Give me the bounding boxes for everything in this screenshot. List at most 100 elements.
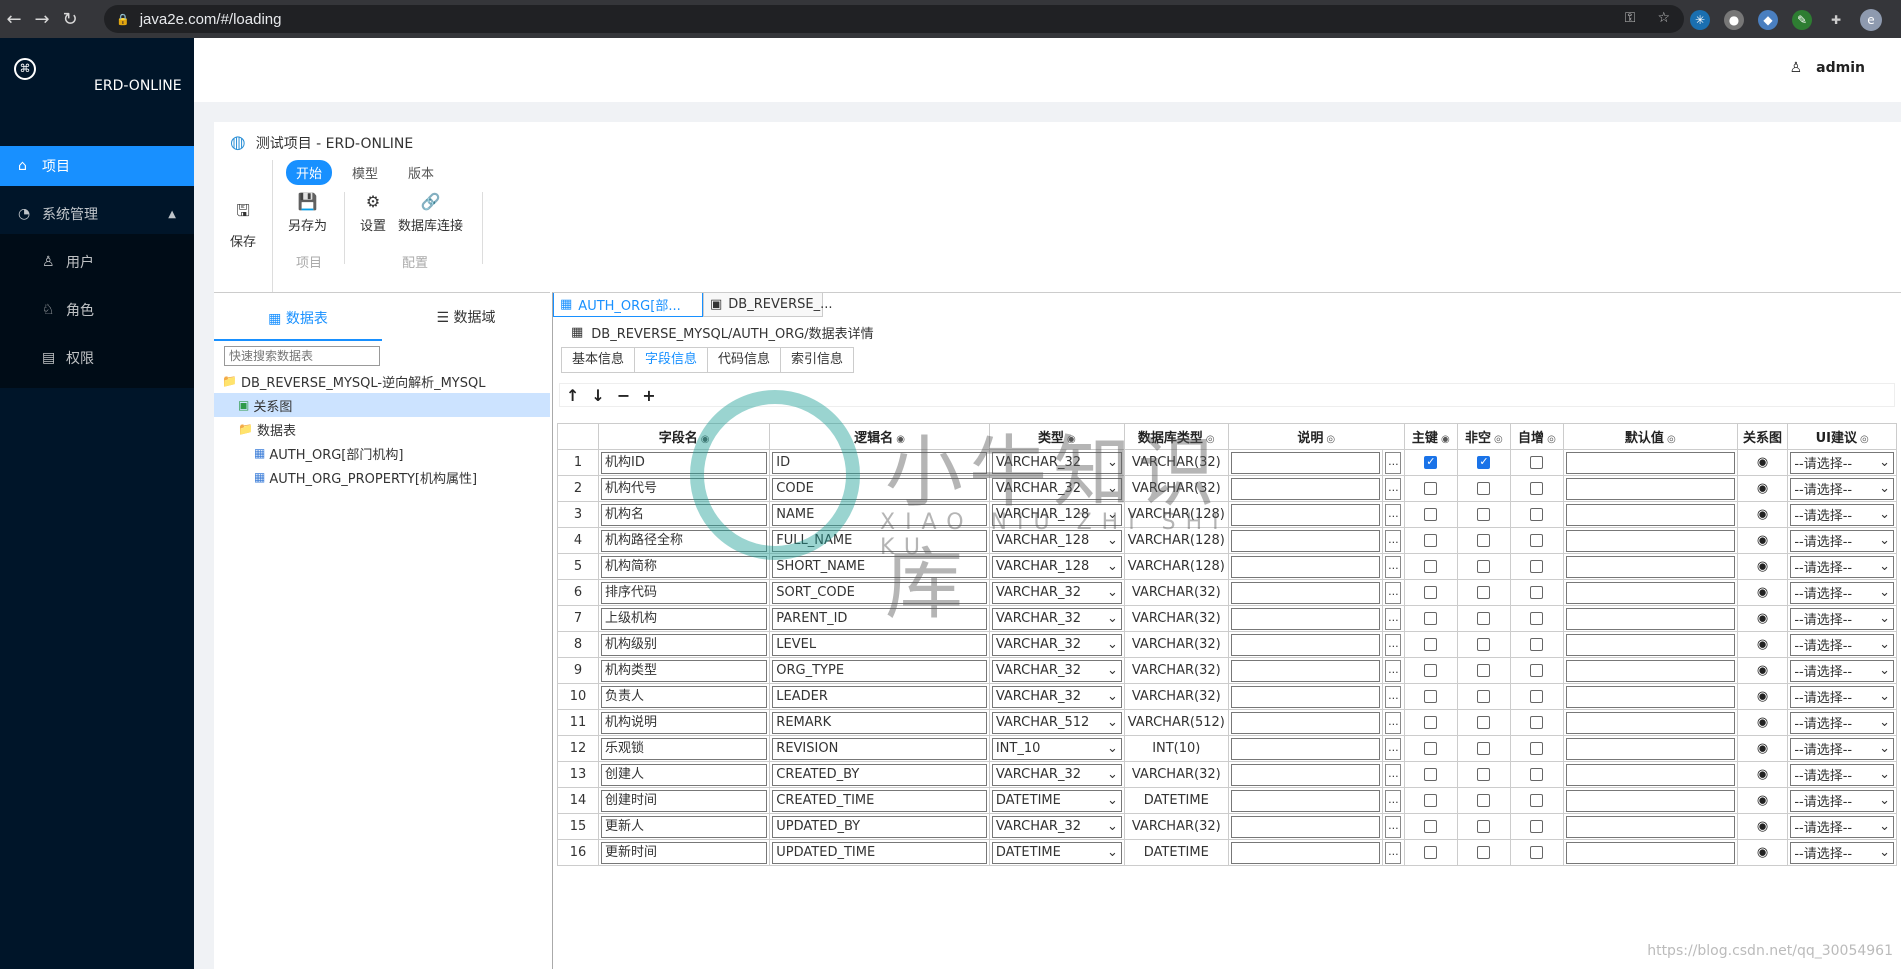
ui-select[interactable]: --请选择-- ⌄ (1790, 685, 1894, 708)
nn-checkbox[interactable] (1477, 664, 1491, 677)
tab-code-info[interactable]: 代码信息 (707, 347, 782, 373)
eye-icon[interactable]: ◉ (1757, 507, 1768, 522)
tree-node[interactable]: ▦ AUTH_ORG[部门机构] (214, 441, 550, 465)
ui-select[interactable]: --请选择-- ⌄ (1790, 763, 1894, 786)
default-value-input[interactable] (1565, 451, 1735, 474)
more-button[interactable]: ... (1385, 659, 1402, 682)
tab-version[interactable]: 版本 (398, 160, 444, 185)
star-icon[interactable]: ☆ (1657, 10, 1670, 26)
pk-checkbox[interactable] (1424, 820, 1438, 833)
sidebar-item-users[interactable]: ♙ 用户 (0, 238, 194, 286)
pk-checkbox[interactable] (1424, 560, 1438, 573)
nn-checkbox[interactable] (1477, 794, 1491, 807)
eye-icon[interactable]: ◉ (1757, 689, 1768, 704)
more-button[interactable]: ... (1385, 529, 1402, 552)
tree-node[interactable]: ▣ 关系图 (214, 393, 550, 417)
logic-name-input[interactable]: SHORT_NAME (772, 555, 987, 578)
nn-checkbox[interactable] (1477, 820, 1491, 833)
remark-input[interactable] (1230, 607, 1381, 630)
field-name-input[interactable]: 更新时间 (601, 841, 768, 864)
ui-select[interactable]: --请选择-- ⌄ (1790, 503, 1894, 526)
more-button[interactable]: ... (1385, 477, 1402, 500)
ui-select[interactable]: --请选择-- ⌄ (1790, 815, 1894, 838)
eye-icon[interactable]: ◉ (1757, 767, 1768, 782)
eye-icon[interactable]: ◉ (1757, 793, 1768, 808)
logic-name-input[interactable]: CODE (772, 477, 987, 500)
remark-input[interactable] (1230, 711, 1381, 734)
nn-checkbox[interactable] (1477, 742, 1491, 755)
type-select[interactable]: VARCHAR_128 ⌄ (991, 529, 1122, 552)
remark-input[interactable] (1230, 763, 1381, 786)
logic-name-input[interactable]: PARENT_ID (772, 607, 987, 630)
eye-off-icon[interactable]: ◎ (1547, 434, 1556, 445)
remark-input[interactable] (1230, 659, 1381, 682)
extension-icon[interactable]: ● (1724, 10, 1744, 30)
extension-icon[interactable]: ✎ (1792, 10, 1812, 30)
ui-select[interactable]: --请选择-- ⌄ (1790, 477, 1894, 500)
logic-name-input[interactable]: CREATED_TIME (772, 789, 987, 812)
eye-icon[interactable]: ◉ (1441, 434, 1450, 445)
more-button[interactable]: ... (1385, 633, 1402, 656)
eye-icon[interactable]: ◉ (1067, 434, 1076, 445)
pk-checkbox[interactable] (1424, 664, 1438, 677)
nn-checkbox[interactable] (1477, 534, 1491, 547)
field-name-input[interactable]: 负责人 (601, 685, 768, 708)
default-value-input[interactable] (1565, 529, 1735, 552)
default-value-input[interactable] (1565, 607, 1735, 630)
type-select[interactable]: VARCHAR_32 ⌄ (991, 763, 1122, 786)
ai-checkbox[interactable] (1530, 586, 1544, 599)
type-select[interactable]: VARCHAR_32 ⌄ (991, 451, 1122, 474)
default-value-input[interactable] (1565, 477, 1735, 500)
field-name-input[interactable]: 机构级别 (601, 633, 768, 656)
ai-checkbox[interactable] (1530, 768, 1544, 781)
field-name-input[interactable]: 机构路径全称 (601, 529, 768, 552)
more-button[interactable]: ... (1385, 841, 1402, 864)
profile-avatar[interactable]: e (1860, 9, 1882, 31)
logic-name-input[interactable]: REVISION (772, 737, 987, 760)
type-select[interactable]: DATETIME ⌄ (991, 841, 1122, 864)
tab-start[interactable]: 开始 (286, 160, 333, 185)
field-name-input[interactable]: 创建时间 (601, 789, 768, 812)
logic-name-input[interactable]: UPDATED_BY (772, 815, 987, 838)
field-name-input[interactable]: 更新人 (601, 815, 768, 838)
reload-icon[interactable]: ↻ (56, 9, 84, 30)
remark-input[interactable] (1230, 581, 1381, 604)
field-name-input[interactable]: 机构简称 (601, 555, 768, 578)
logic-name-input[interactable]: SORT_CODE (772, 581, 987, 604)
eye-icon[interactable]: ◉ (701, 434, 710, 445)
nn-checkbox[interactable] (1477, 560, 1491, 573)
type-select[interactable]: VARCHAR_32 ⌄ (991, 685, 1122, 708)
address-bar[interactable]: 🔒 java2e.com/#/loading ⚿ ☆ (104, 5, 1684, 33)
pk-checkbox[interactable] (1424, 612, 1438, 625)
pk-checkbox[interactable] (1424, 508, 1438, 521)
type-select[interactable]: VARCHAR_128 ⌄ (991, 555, 1122, 578)
search-input[interactable] (224, 346, 380, 366)
field-name-input[interactable]: 排序代码 (601, 581, 768, 604)
eye-icon[interactable]: ◉ (1757, 845, 1768, 860)
remark-input[interactable] (1230, 737, 1381, 760)
pk-checkbox[interactable] (1424, 794, 1438, 807)
tab-model[interactable]: 模型 (342, 160, 388, 185)
more-button[interactable]: ... (1385, 451, 1402, 474)
nn-checkbox[interactable] (1477, 508, 1491, 521)
menu-item-system[interactable]: ◔ 系统管理 ▲ (0, 194, 194, 234)
doc-tab-auth-org[interactable]: ▦ AUTH_ORG[部... (553, 293, 703, 317)
type-select[interactable]: VARCHAR_32 ⌄ (991, 633, 1122, 656)
default-value-input[interactable] (1565, 503, 1735, 526)
extension-icon[interactable]: ◆ (1758, 10, 1778, 30)
more-button[interactable]: ... (1385, 737, 1402, 760)
eye-icon[interactable]: ◉ (1757, 715, 1768, 730)
pk-checkbox[interactable] (1424, 742, 1438, 755)
eye-off-icon[interactable]: ◎ (1206, 434, 1215, 445)
eye-icon[interactable]: ◉ (1757, 663, 1768, 678)
default-value-input[interactable] (1565, 685, 1735, 708)
user-menu[interactable]: ♙ admin (1790, 60, 1865, 76)
eye-icon[interactable]: ◉ (1757, 455, 1768, 470)
tab-index-info[interactable]: 索引信息 (780, 347, 855, 373)
more-button[interactable]: ... (1385, 789, 1402, 812)
sidebar-item-permissions[interactable]: ▤ 权限 (0, 334, 194, 382)
default-value-input[interactable] (1565, 633, 1735, 656)
pk-checkbox[interactable] (1424, 455, 1438, 469)
settings-button[interactable]: ⚙ 设置 (360, 192, 386, 234)
remark-input[interactable] (1230, 633, 1381, 656)
